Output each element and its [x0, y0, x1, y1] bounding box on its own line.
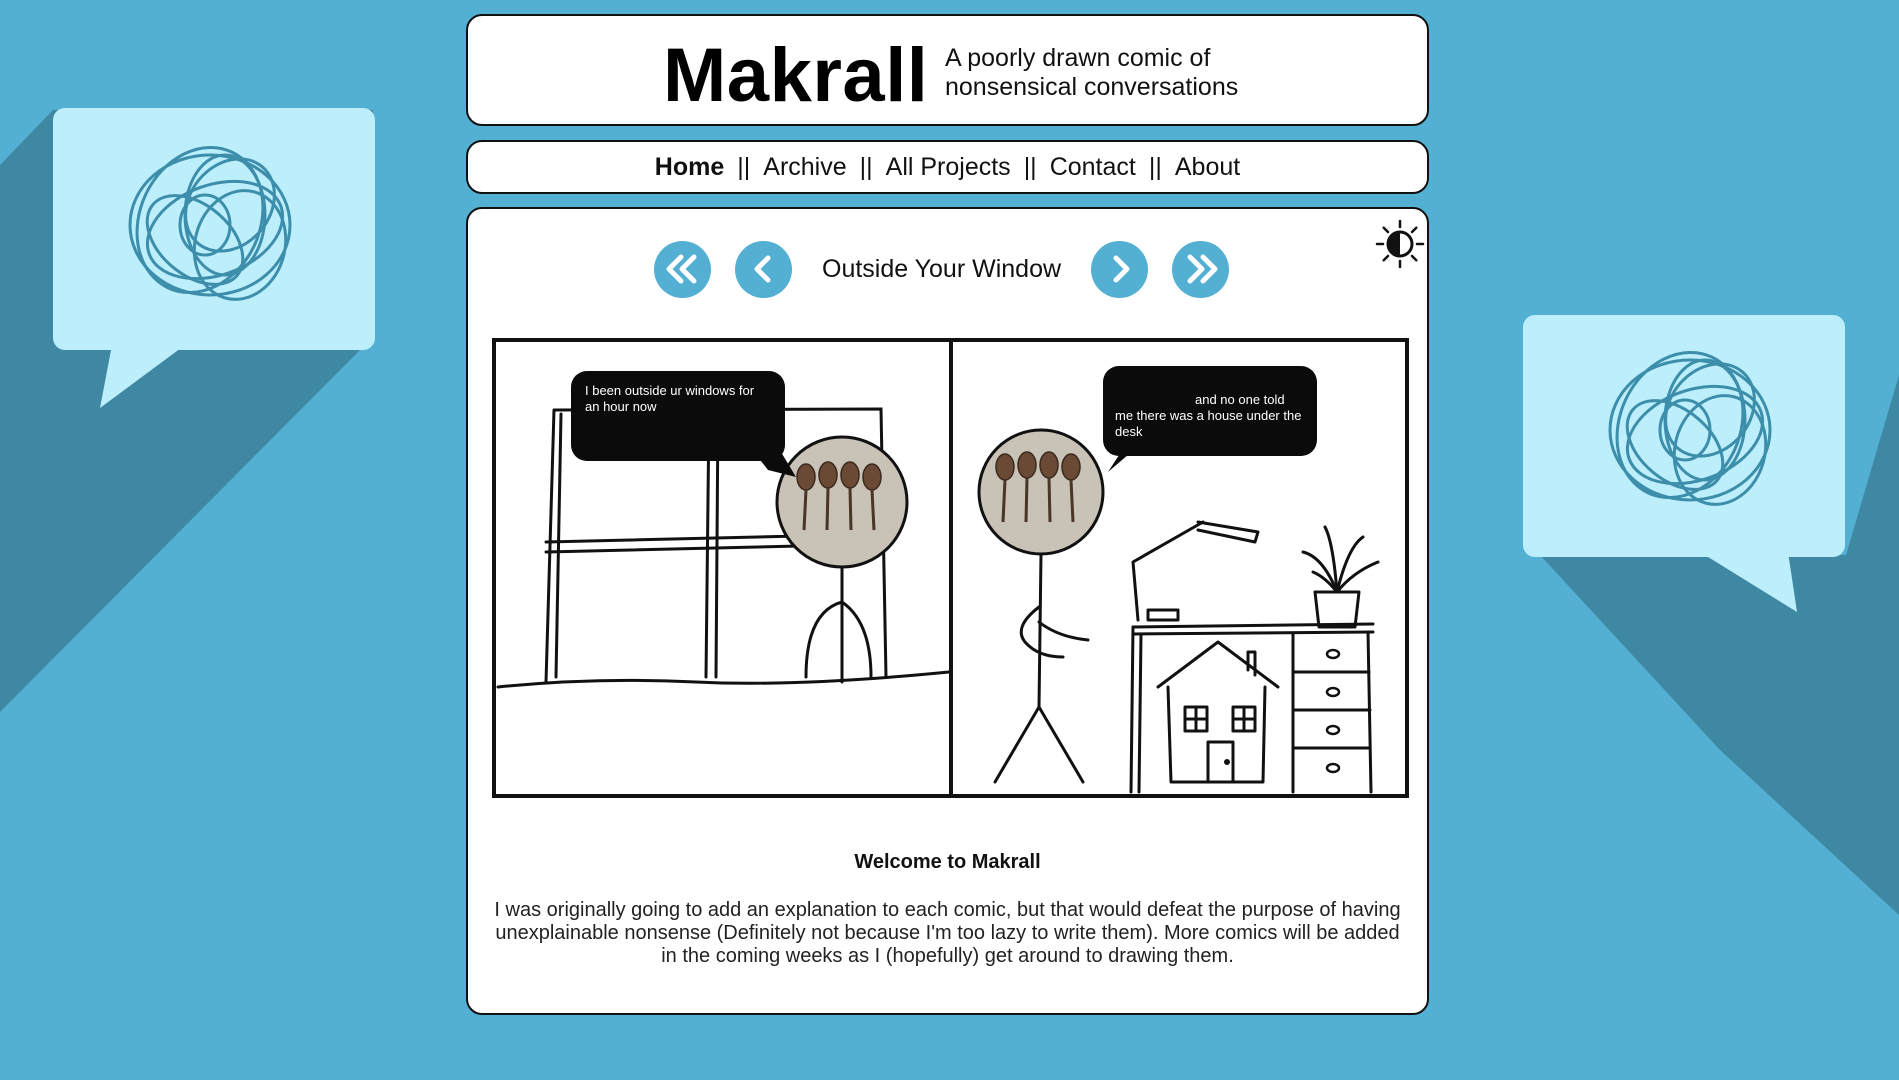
comic-panel-2: and no one told me there was a house und… — [953, 342, 1405, 794]
comic-navigation: Outside Your Window — [654, 239, 1230, 299]
site-header: Makrall A poorly drawn comic of nonsensi… — [466, 14, 1429, 126]
nav-separator: || — [1148, 152, 1162, 181]
comic-title: Outside Your Window — [822, 254, 1062, 283]
welcome-heading: Welcome to Makrall — [854, 851, 1041, 873]
double-chevron-left-icon — [666, 254, 696, 284]
site-title[interactable]: Makrall — [663, 38, 928, 114]
nav-link-archive[interactable]: Archive — [763, 153, 846, 182]
nav-separator: || — [737, 152, 751, 181]
double-chevron-right-icon — [1187, 254, 1218, 284]
next-comic-button[interactable] — [1091, 240, 1149, 298]
comic-panel-1: I been outside ur windows for an hour no… — [496, 342, 953, 794]
nav-links: Home || Archive || All Projects || Conta… — [468, 142, 1427, 192]
previous-comic-button[interactable] — [735, 240, 792, 298]
comic-strip: I been outside ur windows for an hour no… — [492, 338, 1409, 798]
chevron-right-icon — [1113, 255, 1130, 283]
nav-link-contact[interactable]: Contact — [1050, 153, 1136, 182]
site-tagline: A poorly drawn comic of nonsensical conv… — [945, 44, 1239, 101]
nav-separator: || — [859, 152, 873, 181]
last-comic-button[interactable] — [1172, 240, 1230, 298]
main-navigation: Home || Archive || All Projects || Conta… — [466, 140, 1429, 194]
contrast-sun-icon — [1375, 219, 1425, 269]
nav-link-home[interactable]: Home — [655, 153, 724, 182]
nav-link-about[interactable]: About — [1175, 153, 1240, 182]
nav-separator: || — [1023, 152, 1037, 181]
chevron-left-icon — [754, 255, 770, 283]
main-content: Outside Your Window I been outside ur wi… — [466, 207, 1429, 1015]
theme-toggle-button[interactable] — [1375, 219, 1425, 269]
speech-bubble: I been outside ur windows for an hour no… — [571, 371, 785, 461]
nav-link-all-projects[interactable]: All Projects — [886, 153, 1011, 182]
speech-bubble: and no one told me there was a house und… — [1103, 366, 1317, 456]
first-comic-button[interactable] — [654, 240, 711, 298]
welcome-text: I was originally going to add an explana… — [494, 899, 1401, 967]
